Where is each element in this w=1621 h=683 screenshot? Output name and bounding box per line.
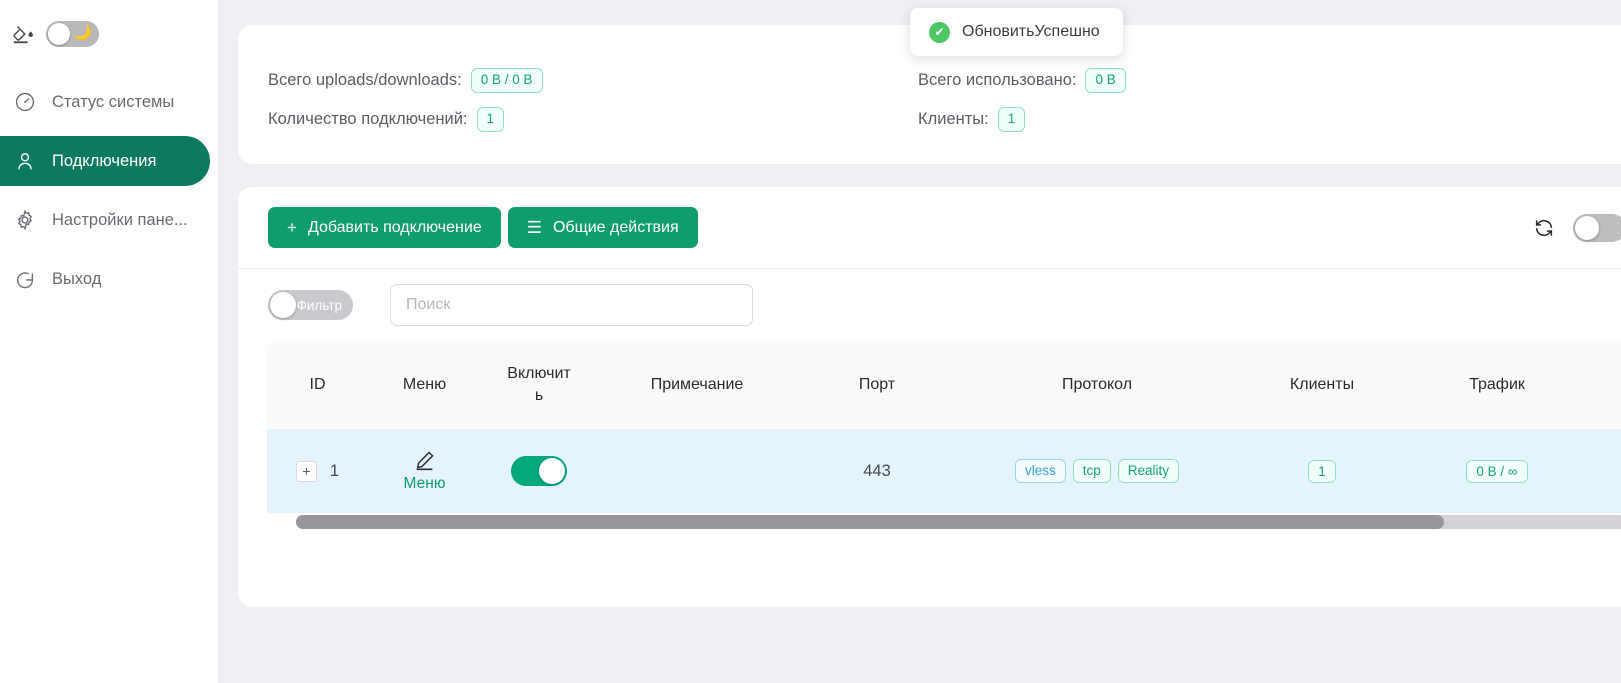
moon-icon: 🌙 [73,24,92,41]
stats-column-right: Всего использовано: 0 B Клиенты: 1 [918,61,1568,139]
protocol-tag: Reality [1117,458,1180,484]
stat-connection-count: Количество подключений: 1 [268,100,918,139]
stat-total-used: Всего использовано: 0 B [918,61,1568,100]
table-toolbar: + Добавить подключение ☰ Общие действия [238,187,1621,269]
sidebar-item-system-status[interactable]: Статус системы [0,77,210,127]
stat-clients: Клиенты: 1 [918,100,1568,139]
auto-refresh-toggle[interactable] [1573,214,1621,242]
toast-message: ОбновитьУспешно [962,23,1100,40]
row-enable-toggle[interactable] [511,456,567,486]
column-header-menu[interactable]: Меню [368,341,481,429]
protocol-tag-group: vless tcp Reality [963,458,1231,484]
cell-note [597,429,797,513]
sidebar-item-label: Подключения [52,151,157,170]
toggle-knob [539,458,565,484]
row-menu-button[interactable]: Меню [374,449,475,493]
column-header-date[interactable]: Да [1587,341,1621,429]
table-header-row: ID Меню Включит ь Примечание Порт Проток… [267,341,1621,429]
table-body: + 1 Меню 443 vless tcp Reality 1 0 B / ∞ [267,429,1621,513]
toggle-knob [48,23,70,45]
general-actions-button[interactable]: ☰ Общие действия [507,207,698,248]
app-root: 🌙 Статус системы Подключения Настройки п… [0,0,1621,683]
add-connection-button[interactable]: + Добавить подключение [268,207,501,248]
plus-icon: + [287,218,297,237]
cell-clients: 1 [1237,429,1407,513]
stat-label: Количество подключений: [268,110,468,128]
table-head: ID Меню Включит ь Примечание Порт Проток… [267,341,1621,429]
sidebar-item-connections[interactable]: Подключения [0,136,210,186]
stat-value-badge: 0 B [1085,68,1126,93]
pencil-icon [413,449,436,472]
scrollbar-holder [267,515,1621,529]
stat-total-uploads-downloads: Всего uploads/downloads: 0 B / 0 B [268,61,918,100]
row-menu-label: Меню [403,475,446,492]
connections-card: + Добавить подключение ☰ Общие действия [238,187,1621,607]
cell-protocol: vless tcp Reality [957,429,1237,513]
sidebar-nav: Статус системы Подключения Настройки пан… [0,77,218,304]
filter-toggle-label: Фильтр [296,297,342,313]
connections-table: ID Меню Включит ь Примечание Порт Проток… [267,341,1621,513]
stats-grid: Всего uploads/downloads: 0 B / 0 B Колич… [268,61,1621,139]
enable-header-line1: Включит [507,365,571,383]
column-header-clients[interactable]: Клиенты [1237,341,1407,429]
sidebar-item-label: Выход [52,269,102,288]
hamburger-icon: ☰ [526,218,542,237]
row-expand-button[interactable]: + [295,460,317,482]
id-cell-group: + 1 [273,460,362,482]
sidebar: 🌙 Статус системы Подключения Настройки п… [0,0,219,683]
traffic-badge: 0 B / ∞ [1466,459,1528,483]
column-header-id[interactable]: ID [267,341,368,429]
column-header-port[interactable]: Порт [797,341,957,429]
stat-value-badge: 1 [997,107,1026,132]
stat-label: Клиенты: [918,110,989,128]
sidebar-item-label: Настройки пане... [52,210,188,229]
column-header-traffic[interactable]: Трафик [1407,341,1587,429]
stat-value-badge: 1 [476,107,505,132]
toggle-knob [1575,216,1599,240]
main-content: Всего uploads/downloads: 0 B / 0 B Колич… [219,0,1621,683]
horizontal-scrollbar-thumb[interactable] [296,515,1444,529]
enable-header-line2: ь [534,387,544,404]
sidebar-item-panel-settings[interactable]: Настройки пане... [0,195,210,245]
dashboard-icon [14,91,36,113]
table-row[interactable]: + 1 Меню 443 vless tcp Reality 1 0 B / ∞ [267,429,1621,513]
add-connection-label: Добавить подключение [307,218,482,236]
toolbar-right-group [1533,187,1621,269]
row-id-value: 1 [329,461,340,480]
cell-date [1587,429,1621,513]
horizontal-scrollbar-track[interactable] [296,515,1621,529]
general-actions-label: Общие действия [552,218,679,236]
cell-traffic: 0 B / ∞ [1407,429,1587,513]
protocol-tag: vless [1014,458,1066,484]
cell-menu: Меню [368,429,481,513]
column-header-enable[interactable]: Включит ь [481,341,597,429]
filter-bar: Фильтр [238,269,1621,341]
protocol-tag: tcp [1072,458,1111,484]
check-circle-icon: ✔ [929,21,950,43]
user-icon [14,150,36,172]
sidebar-item-logout[interactable]: Выход [0,254,210,304]
refresh-icon[interactable] [1533,217,1555,239]
stat-value-badge: 0 B / 0 B [470,68,543,93]
stats-column-left: Всего uploads/downloads: 0 B / 0 B Колич… [268,61,918,139]
filter-toggle[interactable]: Фильтр [268,290,353,320]
clients-badge: 1 [1308,459,1336,483]
cell-port: 443 [797,429,957,513]
table-scroll-container: ID Меню Включит ь Примечание Порт Проток… [238,341,1621,529]
stat-label: Всего uploads/downloads: [268,71,462,89]
theme-switcher-row: 🌙 [0,0,218,68]
dark-mode-toggle[interactable]: 🌙 [46,21,99,47]
toast-notification: ✔ ОбновитьУспешно [910,8,1123,56]
logout-icon [14,268,36,290]
cell-enable [481,429,597,513]
column-header-protocol[interactable]: Протокол [957,341,1237,429]
stat-label: Всего использовано: [918,71,1077,89]
cell-id: + 1 [267,429,368,513]
gear-icon [14,209,36,231]
column-header-note[interactable]: Примечание [597,341,797,429]
paint-bucket-icon[interactable] [12,23,34,45]
search-input[interactable] [390,284,753,326]
toggle-knob [270,292,296,318]
sidebar-item-label: Статус системы [52,92,175,111]
